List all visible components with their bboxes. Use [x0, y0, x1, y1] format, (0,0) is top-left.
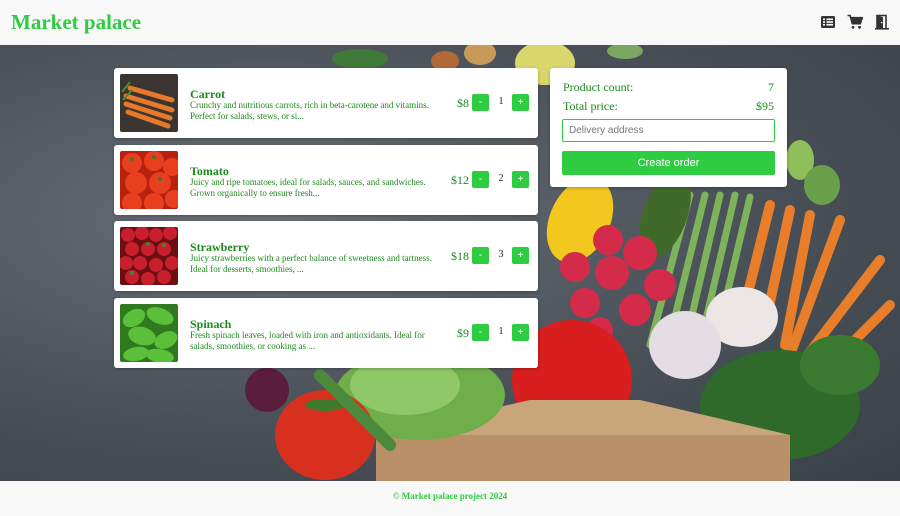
decrease-quantity-button[interactable]: - [472, 247, 489, 264]
hero-vegetables-background: Carrot Crunchy and nutritious carrots, r… [0, 45, 900, 481]
decrease-quantity-button[interactable]: - [472, 94, 489, 111]
header-icon-group [820, 14, 890, 30]
delivery-address-input[interactable] [562, 119, 775, 142]
product-card-spinach: Spinach Fresh spinach leaves, loaded wit… [114, 298, 538, 368]
list-icon[interactable] [820, 14, 836, 30]
increase-quantity-button[interactable]: + [512, 171, 529, 188]
footer: © Market palace project 2024 [0, 481, 900, 516]
product-count-value: 7 [768, 80, 774, 94]
product-price: $8 [457, 96, 469, 110]
decrease-quantity-button[interactable]: - [472, 324, 489, 341]
quantity-value: 1 [498, 96, 504, 107]
product-card-carrot: Carrot Crunchy and nutritious carrots, r… [114, 68, 538, 138]
product-description: Crunchy and nutritious carrots, rich in … [190, 100, 429, 121]
spinach-image [120, 304, 178, 362]
tomato-image [120, 151, 178, 209]
total-price-label: Total price: [563, 99, 618, 113]
product-description: Fresh spinach leaves, loaded with iron a… [190, 330, 425, 351]
total-price-row: Total price: $95 [563, 99, 774, 114]
order-summary-panel: Product count: 7 Total price: $95 Create… [550, 68, 787, 187]
product-description: Juicy and ripe tomatoes, ideal for salad… [190, 177, 426, 198]
product-card-tomato: Tomato Juicy and ripe tomatoes, ideal fo… [114, 145, 538, 215]
increase-quantity-button[interactable]: + [512, 94, 529, 111]
product-price: $9 [457, 326, 469, 340]
carrot-image [120, 74, 178, 132]
increase-quantity-button[interactable]: + [512, 324, 529, 341]
logout-door-icon[interactable] [874, 14, 890, 30]
product-description: Juicy strawberries with a perfect balanc… [190, 253, 432, 274]
quantity-value: 1 [498, 326, 504, 337]
product-count-row: Product count: 7 [563, 80, 774, 95]
strawberry-image [120, 227, 178, 285]
increase-quantity-button[interactable]: + [512, 247, 529, 264]
quantity-value: 3 [498, 249, 504, 260]
product-card-strawberry: Strawberry Juicy strawberries with a per… [114, 221, 538, 291]
brand-logo[interactable]: Market palace [11, 10, 141, 35]
decrease-quantity-button[interactable]: - [472, 171, 489, 188]
quantity-value: 2 [498, 173, 504, 184]
product-price: $18 [451, 249, 469, 263]
total-price-value: $95 [756, 99, 774, 113]
top-navbar: Market palace [0, 0, 900, 45]
cart-icon[interactable] [847, 14, 863, 30]
product-count-label: Product count: [563, 80, 634, 94]
footer-copyright: © Market palace project 2024 [392, 491, 508, 501]
product-price: $12 [451, 173, 469, 187]
create-order-button[interactable]: Create order [562, 151, 775, 175]
